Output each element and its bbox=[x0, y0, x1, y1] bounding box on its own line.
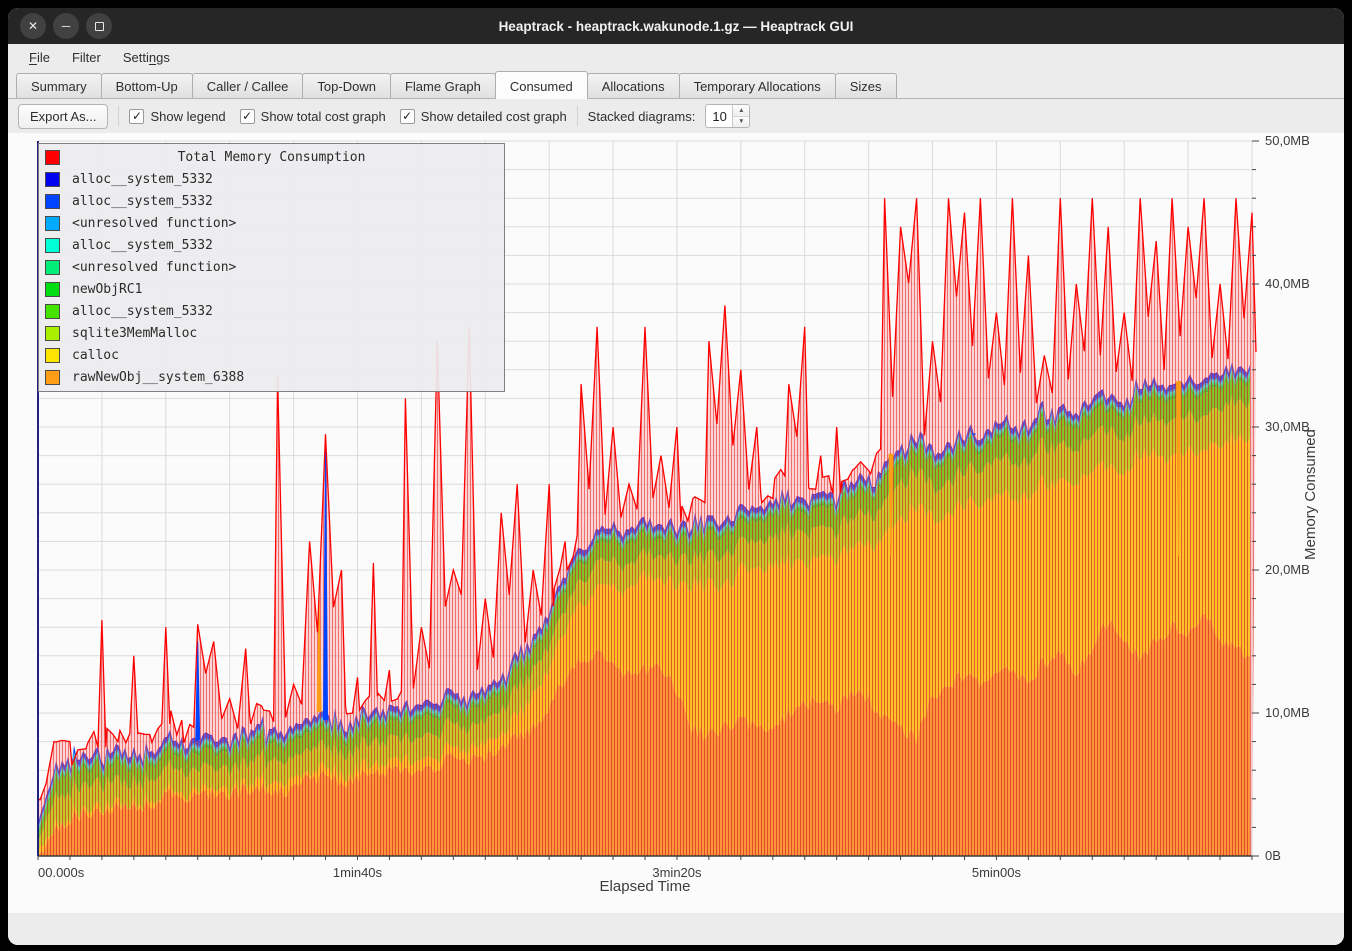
legend-row: Total Memory Consumption bbox=[39, 146, 504, 168]
checkbox-show-detailed-cost-graph[interactable]: ✓ Show detailed cost graph bbox=[400, 109, 567, 124]
legend-swatch-icon bbox=[45, 260, 60, 275]
tab-caller-callee[interactable]: Caller / Callee bbox=[192, 73, 304, 98]
legend-label: calloc bbox=[72, 348, 119, 363]
menu-filter[interactable]: Filter bbox=[63, 47, 110, 68]
legend-swatch-icon bbox=[45, 238, 60, 253]
legend-swatch-icon bbox=[45, 194, 60, 209]
legend-label: alloc__system_5332 bbox=[72, 238, 213, 253]
legend-label: newObjRC1 bbox=[72, 282, 142, 297]
stacked-diagrams-label: Stacked diagrams: bbox=[588, 109, 696, 124]
legend-swatch-icon bbox=[45, 370, 60, 385]
legend-row: calloc bbox=[39, 344, 504, 366]
window-title: Heaptrack - heaptrack.wakunode.1.gz — He… bbox=[8, 19, 1344, 34]
legend-row: alloc__system_5332 bbox=[39, 234, 504, 256]
legend-label: alloc__system_5332 bbox=[72, 194, 213, 209]
legend-row: alloc__system_5332 bbox=[39, 168, 504, 190]
legend-label: alloc__system_5332 bbox=[72, 172, 213, 187]
spin-down-button[interactable]: ▼ bbox=[733, 117, 749, 128]
legend-row: <unresolved function> bbox=[39, 256, 504, 278]
legend-label: <unresolved function> bbox=[72, 216, 236, 231]
legend-swatch-icon bbox=[45, 172, 60, 187]
chart-legend: Total Memory Consumption alloc__system_53… bbox=[38, 143, 505, 392]
app-window: ✕ ─ Heaptrack - heaptrack.wakunode.1.gz … bbox=[8, 8, 1344, 945]
legend-label: rawNewObj__system_6388 bbox=[72, 370, 244, 385]
tab-sizes[interactable]: Sizes bbox=[835, 73, 897, 98]
legend-title: Total Memory Consumption bbox=[72, 150, 471, 165]
menu-file[interactable]: File bbox=[20, 47, 59, 68]
legend-row: alloc__system_5332 bbox=[39, 300, 504, 322]
maximize-button[interactable] bbox=[86, 13, 112, 39]
tab-bottom-up[interactable]: Bottom-Up bbox=[101, 73, 193, 98]
toolbar: Export As... ✓ Show legend ✓ Show total cos… bbox=[8, 99, 1344, 133]
legend-row: rawNewObj__system_6388 bbox=[39, 366, 504, 388]
menubar: FileFilterSettings bbox=[8, 44, 1344, 70]
spin-up-button[interactable]: ▲ bbox=[733, 105, 749, 117]
close-icon: ✕ bbox=[28, 20, 38, 32]
export-as-button[interactable]: Export As... bbox=[18, 104, 108, 129]
stacked-diagrams-value: 10 bbox=[706, 105, 732, 127]
checkbox-label: Show legend bbox=[150, 109, 225, 124]
legend-row: newObjRC1 bbox=[39, 278, 504, 300]
tab-top-down[interactable]: Top-Down bbox=[302, 73, 391, 98]
checkbox-label: Show total cost graph bbox=[261, 109, 386, 124]
legend-swatch-icon bbox=[45, 282, 60, 297]
y-axis-title: Memory Consumed bbox=[1302, 133, 1332, 856]
legend-swatch-icon bbox=[45, 150, 60, 165]
close-button[interactable]: ✕ bbox=[20, 13, 46, 39]
titlebar: ✕ ─ Heaptrack - heaptrack.wakunode.1.gz … bbox=[8, 8, 1344, 44]
toolbar-separator bbox=[118, 106, 119, 126]
checkbox-check-icon: ✓ bbox=[400, 109, 415, 124]
legend-row: alloc__system_5332 bbox=[39, 190, 504, 212]
window-controls: ✕ ─ bbox=[20, 13, 112, 39]
toolbar-separator bbox=[577, 106, 578, 126]
checkbox-show-total-cost-graph[interactable]: ✓ Show total cost graph bbox=[240, 109, 386, 124]
checkbox-show-legend[interactable]: ✓ Show legend bbox=[129, 109, 225, 124]
tab-summary[interactable]: Summary bbox=[16, 73, 102, 98]
legend-swatch-icon bbox=[45, 348, 60, 363]
stacked-diagrams-spinbox[interactable]: 10 ▲ ▼ bbox=[705, 104, 750, 128]
x-axis-title: Elapsed Time bbox=[38, 878, 1252, 895]
checkbox-check-icon: ✓ bbox=[129, 109, 144, 124]
y-tick-label: 0B bbox=[1265, 848, 1281, 863]
checkbox-check-icon: ✓ bbox=[240, 109, 255, 124]
minimize-icon: ─ bbox=[62, 20, 71, 32]
checkbox-label: Show detailed cost graph bbox=[421, 109, 567, 124]
legend-label: <unresolved function> bbox=[72, 260, 236, 275]
tab-bar: SummaryBottom-UpCaller / CalleeTop-DownF… bbox=[8, 70, 1344, 99]
tab-flame-graph[interactable]: Flame Graph bbox=[390, 73, 496, 98]
legend-swatch-icon bbox=[45, 216, 60, 231]
legend-label: sqlite3MemMalloc bbox=[72, 326, 197, 341]
legend-row: <unresolved function> bbox=[39, 212, 504, 234]
minimize-button[interactable]: ─ bbox=[53, 13, 79, 39]
tab-temporary-allocations[interactable]: Temporary Allocations bbox=[679, 73, 836, 98]
window-bottom-margin bbox=[8, 913, 1344, 945]
maximize-icon bbox=[95, 22, 104, 31]
menu-settings[interactable]: Settings bbox=[114, 47, 179, 68]
legend-label: alloc__system_5332 bbox=[72, 304, 213, 319]
tab-consumed[interactable]: Consumed bbox=[495, 71, 588, 99]
memory-consumption-chart: Total Memory Consumption alloc__system_53… bbox=[8, 133, 1344, 913]
legend-swatch-icon bbox=[45, 326, 60, 341]
legend-row: sqlite3MemMalloc bbox=[39, 322, 504, 344]
tab-allocations[interactable]: Allocations bbox=[587, 73, 680, 98]
legend-swatch-icon bbox=[45, 304, 60, 319]
